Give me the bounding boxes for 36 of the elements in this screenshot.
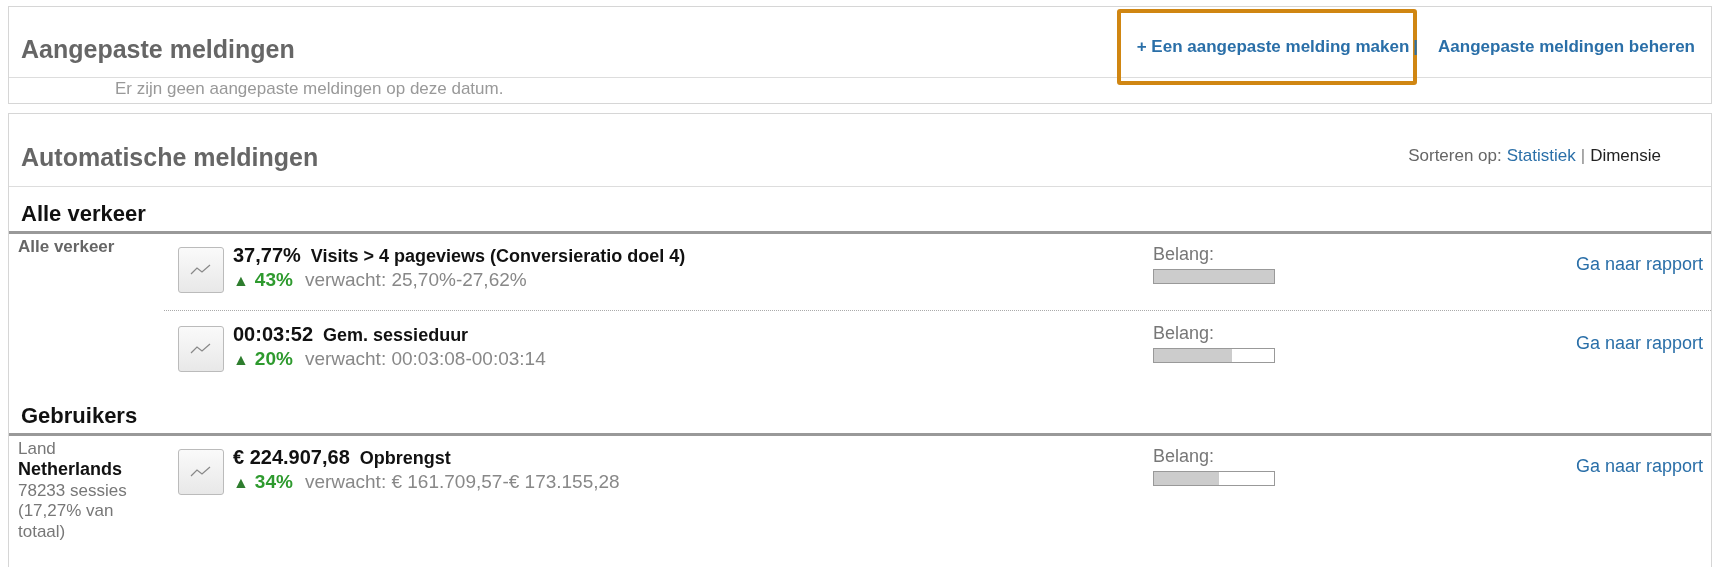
group-title: Gebruikers	[9, 389, 1711, 436]
segment-detail: 78233 sessies (17,27% van totaal)	[18, 481, 128, 543]
metric-value: 37,77%	[233, 244, 301, 266]
report-link[interactable]: Ga naar rapport	[1575, 254, 1703, 275]
text-link[interactable]: Aangepaste meldingen beheren	[1420, 7, 1701, 87]
up-arrow-icon: ▲	[233, 474, 249, 491]
report-link[interactable]: Ga naar rapport	[1575, 456, 1703, 477]
expected-range: verwacht: 25,70%-27,62%	[304, 269, 527, 290]
metric-name: Gem. sessieduur	[323, 325, 469, 345]
metric-value: 00:03:52	[233, 323, 314, 345]
change-percent: 43%	[254, 269, 293, 290]
link-separator: |	[1413, 37, 1419, 57]
change-percent: 20%	[254, 348, 293, 369]
section-title: Automatische meldingen	[21, 142, 319, 172]
metric-name: Visits > 4 pageviews (Conversieratio doel 4)	[310, 246, 686, 266]
sort-option[interactable]: Statistiek	[1506, 146, 1576, 166]
sort-separator: |	[1580, 146, 1586, 166]
group-title: Alle verkeer	[9, 187, 1711, 234]
segment-label: Land	[18, 439, 57, 460]
expected-range: verwacht: 00:03:08-00:03:14	[304, 348, 546, 369]
metric-name: Opbrengst	[359, 448, 451, 468]
importance-label: Belang:	[1153, 323, 1216, 344]
change-percent: 34%	[254, 471, 293, 492]
section-title: Aangepaste meldingen	[21, 34, 295, 64]
up-arrow-icon: ▲	[233, 351, 249, 368]
metric-value: € 224.907,68	[233, 446, 350, 468]
up-arrow-icon: ▲	[233, 272, 249, 289]
importance-label: Belang:	[1153, 244, 1216, 265]
segment-label: Alle verkeer	[18, 237, 116, 258]
sort-option[interactable]: Dimensie	[1590, 146, 1661, 166]
sort-label: Sorteren op:	[1408, 146, 1502, 166]
empty-message: Er zijn geen aangepaste meldingen op deze datum.	[115, 79, 504, 98]
importance-label: Belang:	[1153, 446, 1216, 467]
segment-name: Netherlands	[18, 459, 124, 481]
expected-range: verwacht: € 161.709,57-€ 173.155,28	[304, 471, 620, 492]
report-link[interactable]: Ga naar rapport	[1575, 333, 1703, 354]
